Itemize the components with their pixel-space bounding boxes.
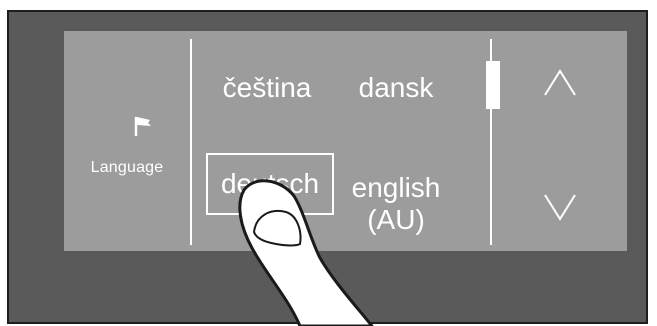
left-divider (190, 39, 192, 245)
display-screen: Language čeština dansk deutsch english (… (64, 31, 627, 251)
language-option-english-au[interactable]: english (AU) (344, 172, 448, 236)
language-label: Language (90, 159, 164, 176)
language-option-dansk[interactable]: dansk (348, 73, 444, 103)
scrollbar-thumb[interactable] (486, 61, 500, 109)
chevron-up-icon[interactable] (542, 69, 578, 97)
chevron-down-icon[interactable] (542, 193, 578, 221)
flag-icon (134, 117, 151, 136)
language-option-cestina[interactable]: čeština (216, 73, 318, 103)
language-option-deutsch[interactable]: deutsch (206, 153, 334, 215)
language-settings-panel: Language (64, 31, 190, 251)
